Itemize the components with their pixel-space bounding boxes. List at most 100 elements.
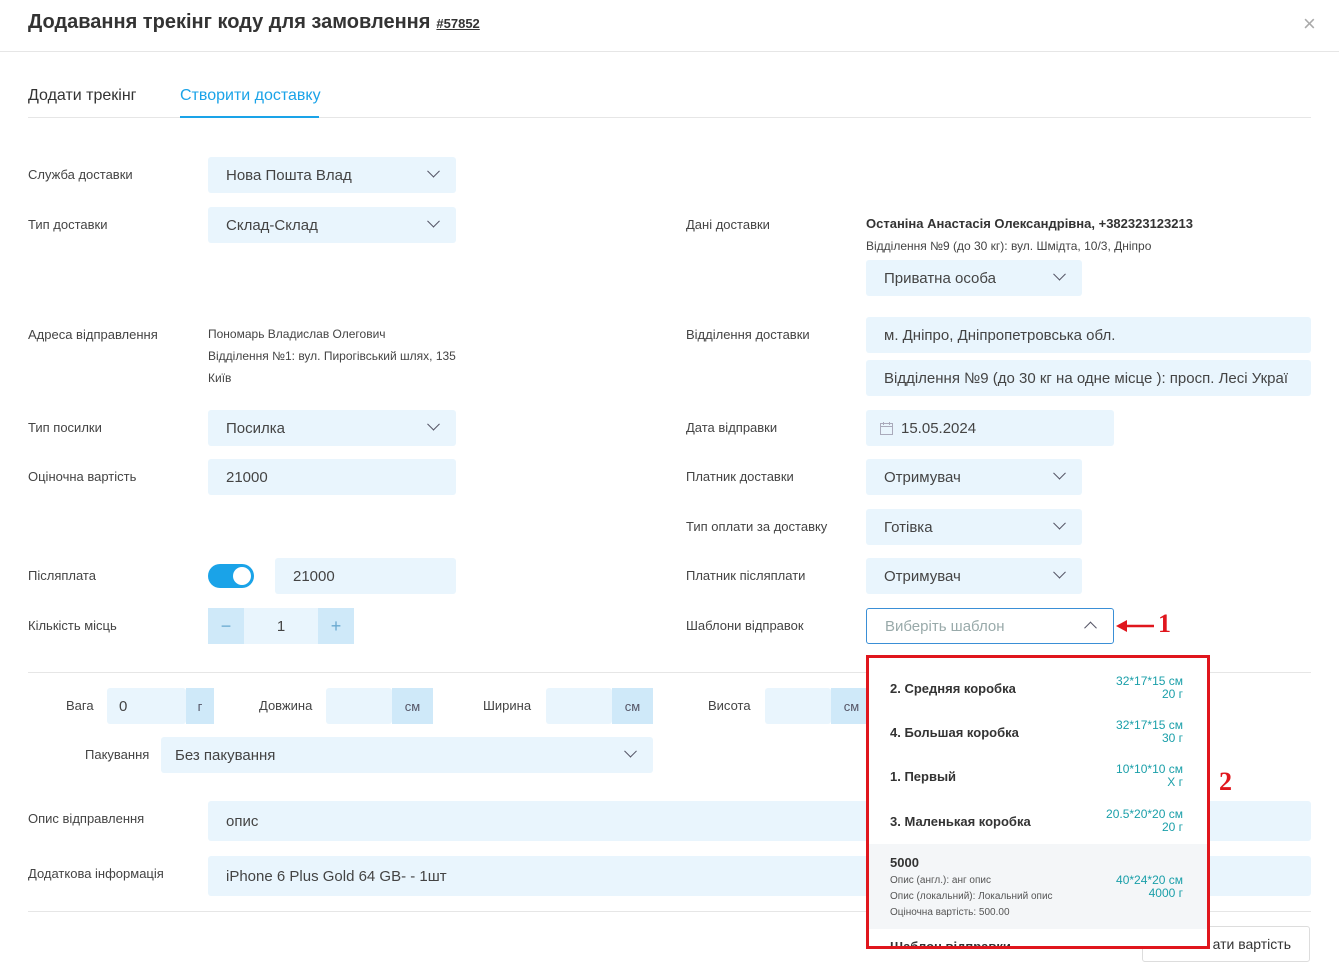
templates-label: Шаблони відправок xyxy=(686,618,804,633)
length-label: Довжина xyxy=(259,698,313,713)
height-label: Висота xyxy=(708,698,751,713)
modal-title-text: Додавання трекінг коду для замовлення xyxy=(28,11,431,33)
tab-add-tracking[interactable]: Додати трекінг xyxy=(28,87,137,105)
sender-address-label: Адреса відправлення xyxy=(28,327,158,342)
option-desc-local: Опис (локальний): Локальний опис xyxy=(890,891,1053,902)
additional-info-label: Додаткова інформація xyxy=(28,866,164,881)
chevron-down-icon xyxy=(1053,267,1066,281)
length-input[interactable] xyxy=(326,688,392,724)
height-input[interactable] xyxy=(765,688,831,724)
chevron-down-icon xyxy=(427,417,440,431)
places-label: Кількість місць xyxy=(28,618,117,633)
dropdown-option[interactable]: Шаблон відправки xyxy=(869,929,1207,949)
option-weight: X г xyxy=(1167,775,1183,789)
cod-payer-select[interactable]: Отримувач xyxy=(866,558,1082,594)
service-label: Служба доставки xyxy=(28,167,133,182)
weight-input[interactable]: 0 xyxy=(107,688,186,724)
dropdown-option[interactable]: 1. Первый 10*10*10 см X г xyxy=(869,760,1207,804)
annotation-arrow-icon xyxy=(1116,620,1154,632)
option-dims: 40*24*20 см 4000 г xyxy=(1116,874,1183,900)
person-type-value: Приватна особа xyxy=(884,269,996,287)
delivery-type-select[interactable]: Склад-Склад xyxy=(208,207,456,243)
width-unit: см xyxy=(612,688,653,724)
template-search-input[interactable]: Виберіть шаблон xyxy=(885,618,1005,635)
dropdown-option[interactable]: 3. Маленькая коробка 20.5*20*20 см 20 г xyxy=(869,804,1207,844)
option-dims: 32*17*15 см 20 г xyxy=(1116,675,1183,701)
ship-date-value: 15.05.2024 xyxy=(901,419,977,437)
parcel-type-label: Тип посилки xyxy=(28,420,102,435)
chevron-down-icon xyxy=(1053,516,1066,530)
header-divider xyxy=(0,51,1339,52)
payer-value: Отримувач xyxy=(884,468,961,486)
close-icon[interactable]: × xyxy=(1303,11,1316,37)
length-unit: см xyxy=(392,688,433,724)
dropdown-option[interactable]: 5000 Опис (англ.): анг опис Опис (локаль… xyxy=(869,844,1207,929)
description-label: Опис відправлення xyxy=(28,811,145,826)
parcel-type-select[interactable]: Посилка xyxy=(208,410,456,446)
tab-create-delivery[interactable]: Створити доставку xyxy=(180,87,321,105)
declared-value-input[interactable]: 21000 xyxy=(208,459,456,495)
places-input[interactable]: 1 xyxy=(244,608,318,644)
city-input[interactable]: м. Дніпро, Дніпропетровська обл. xyxy=(866,317,1311,353)
cod-payer-value: Отримувач xyxy=(884,567,961,585)
annotation-2: 2 xyxy=(1219,767,1232,796)
cod-amount-input[interactable]: 21000 xyxy=(275,558,456,594)
chevron-up-icon xyxy=(1084,621,1097,634)
dropdown-option[interactable]: 2. Средняя коробка 32*17*15 см 20 г xyxy=(869,672,1207,716)
option-details: Опис (англ.): анг опис Опис (локальний):… xyxy=(890,873,1053,921)
option-declared-value: Оціночна вартість: 500.00 xyxy=(890,907,1010,918)
ship-date-input[interactable]: 15.05.2024 xyxy=(866,410,1114,446)
weight-label: Вага xyxy=(66,698,94,713)
option-name: 3. Маленькая коробка xyxy=(890,814,1031,829)
person-type-select[interactable]: Приватна особа xyxy=(866,260,1082,296)
option-name: 4. Большая коробка xyxy=(890,725,1019,740)
declared-value-label: Оціночна вартість xyxy=(28,469,137,484)
chevron-down-icon xyxy=(1053,466,1066,480)
payer-label: Платник доставки xyxy=(686,469,794,484)
order-number-link[interactable]: #57852 xyxy=(436,16,479,31)
width-input[interactable] xyxy=(546,688,612,724)
option-dims: 20.5*20*20 см 20 г xyxy=(1106,808,1183,834)
calendar-icon xyxy=(880,421,893,435)
sender-name: Пономарь Владислав Олегович xyxy=(208,327,386,341)
cod-payer-label: Платник післяплати xyxy=(686,568,806,583)
option-name: 1. Первый xyxy=(890,769,957,784)
option-name: Шаблон відправки xyxy=(890,939,1011,949)
sender-address: Пономарь Владислав Олегович Відділення №… xyxy=(208,323,456,389)
cod-toggle[interactable] xyxy=(208,564,254,588)
option-weight: 30 г xyxy=(1161,731,1183,745)
payment-type-select[interactable]: Готівка xyxy=(866,509,1082,545)
active-tab-indicator xyxy=(180,116,319,118)
delivery-data-label: Дані доставки xyxy=(686,217,770,232)
service-select[interactable]: Нова Пошта Влад xyxy=(208,157,456,193)
option-weight: 20 г xyxy=(1161,687,1183,701)
packing-select[interactable]: Без пакування xyxy=(161,737,653,773)
toggle-knob xyxy=(233,567,251,585)
sender-branch: Відділення №1: вул. Пирогівський шлях, 1… xyxy=(208,349,456,363)
recipient-branch: Відділення №9 (до 30 кг): вул. Шмідта, 1… xyxy=(866,239,1152,253)
cod-label: Післяплата xyxy=(28,568,96,583)
weight-unit: г xyxy=(186,688,214,724)
branch-input[interactable]: Відділення №9 (до 30 кг на одне місце ):… xyxy=(866,360,1311,396)
option-name: 5000 xyxy=(890,855,919,870)
sender-city: Київ xyxy=(208,371,232,385)
option-weight: 4000 г xyxy=(1148,886,1183,900)
template-select[interactable]: Виберіть шаблон xyxy=(866,608,1114,644)
chevron-down-icon xyxy=(1053,565,1066,579)
parcel-type-value: Посилка xyxy=(226,419,285,437)
plus-button[interactable]: + xyxy=(318,608,354,644)
service-value: Нова Пошта Влад xyxy=(226,166,352,184)
minus-button[interactable]: − xyxy=(208,608,244,644)
ship-date-label: Дата відправки xyxy=(686,420,778,435)
packing-value: Без пакування xyxy=(175,746,276,764)
template-dropdown: 2. Средняя коробка 32*17*15 см 20 г 4. Бо… xyxy=(866,655,1210,949)
payer-select[interactable]: Отримувач xyxy=(866,459,1082,495)
dropdown-option[interactable]: 4. Большая коробка 32*17*15 см 30 г xyxy=(869,716,1207,760)
annotation-1: 1 xyxy=(1158,609,1171,638)
recipient-name: Останіна Анастасія Олександрівна, +38232… xyxy=(866,216,1193,231)
chevron-down-icon xyxy=(427,164,440,178)
packing-label: Пакування xyxy=(85,747,150,762)
payment-type-value: Готівка xyxy=(884,518,933,536)
delivery-type-label: Тип доставки xyxy=(28,217,108,232)
delivery-type-value: Склад-Склад xyxy=(226,216,318,234)
